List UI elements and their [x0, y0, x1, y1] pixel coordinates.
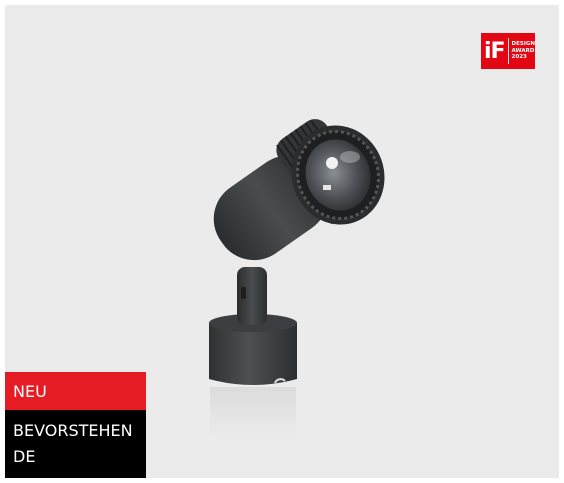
product-card[interactable]: iF DESIGN AWARD 2023 NEU BEVORSTEHENDE	[5, 5, 559, 478]
award-divider	[507, 38, 509, 64]
new-badge: NEU	[5, 372, 146, 410]
if-design-award-badge: iF DESIGN AWARD 2023	[481, 33, 535, 69]
award-line-3: 2023	[511, 54, 527, 61]
award-text: DESIGN AWARD 2023	[509, 41, 535, 61]
upcoming-badge: BEVORSTEHENDE	[5, 410, 146, 478]
if-logo: iF	[484, 38, 506, 64]
